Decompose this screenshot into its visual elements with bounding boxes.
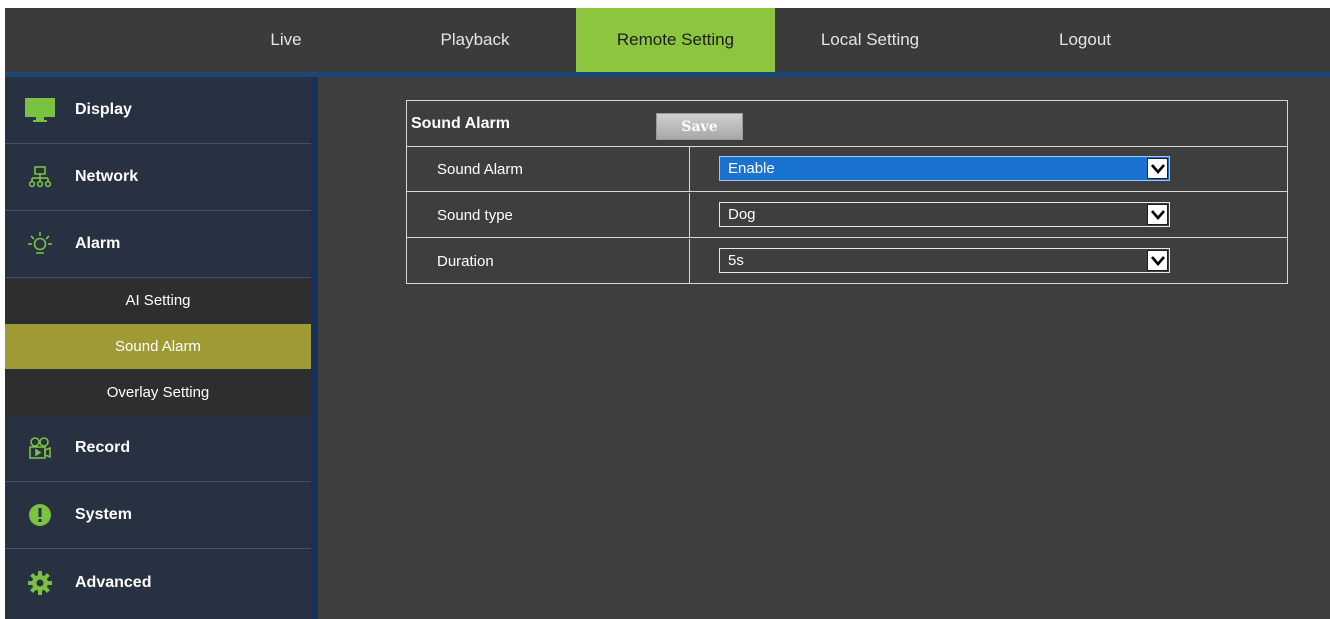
sidebar-item-network[interactable]: Network bbox=[5, 144, 311, 211]
exclamation-icon bbox=[25, 500, 55, 530]
chevron-down-icon bbox=[1147, 250, 1168, 271]
app-window: Live Playback Remote Setting Local Setti… bbox=[5, 8, 1330, 619]
settings-row-duration: Duration 5s bbox=[407, 239, 1287, 284]
select-value: Enable bbox=[728, 160, 775, 177]
chevron-down-icon bbox=[1147, 204, 1168, 225]
row-label: Sound Alarm bbox=[437, 161, 523, 178]
panel-header: Sound Alarm Save bbox=[407, 101, 1287, 147]
sidebar-item-advanced[interactable]: Advanced bbox=[5, 549, 311, 616]
sidebar-item-label: Display bbox=[75, 101, 132, 118]
row-label: Sound type bbox=[437, 207, 513, 224]
duration-select[interactable]: 5s bbox=[719, 248, 1170, 273]
panel-title: Sound Alarm bbox=[411, 115, 510, 132]
camera-record-icon bbox=[25, 433, 55, 463]
sidebar-item-display[interactable]: Display bbox=[5, 77, 311, 144]
settings-row-sound-type: Sound type Dog bbox=[407, 193, 1287, 238]
tab-playback-label: Playback bbox=[440, 30, 510, 49]
sidebar-subitem-sound-alarm[interactable]: Sound Alarm bbox=[5, 324, 311, 369]
tab-logout-label: Logout bbox=[1059, 30, 1111, 49]
sidebar-item-label: Alarm bbox=[75, 235, 121, 252]
row-divider bbox=[689, 147, 690, 192]
settings-row-sound-alarm: Sound Alarm Enable bbox=[407, 147, 1287, 192]
tab-logout[interactable]: Logout bbox=[1025, 8, 1145, 72]
sidebar-subitem-label: Overlay Setting bbox=[106, 384, 210, 401]
chevron-down-icon bbox=[1147, 158, 1168, 179]
tab-local-setting[interactable]: Local Setting bbox=[795, 8, 945, 72]
sidebar-item-label: Network bbox=[75, 168, 139, 185]
save-button[interactable]: Save bbox=[656, 113, 743, 140]
sidebar-item-record[interactable]: Record bbox=[5, 415, 311, 482]
tab-remote-setting-label: Remote Setting bbox=[616, 30, 735, 49]
sidebar-subitem-overlay-setting[interactable]: Overlay Setting bbox=[5, 370, 311, 415]
sidebar-item-label: Record bbox=[75, 439, 131, 456]
sidebar: Display Network Alarm AI Setting Sound A… bbox=[5, 77, 318, 619]
sidebar-item-alarm[interactable]: Alarm bbox=[5, 211, 311, 278]
monitor-icon bbox=[25, 95, 55, 125]
sidebar-item-system[interactable]: System bbox=[5, 482, 311, 549]
sidebar-divider bbox=[311, 77, 318, 619]
gear-icon bbox=[25, 568, 55, 598]
tab-live-label: Live bbox=[270, 30, 302, 49]
sidebar-item-label: Advanced bbox=[75, 573, 152, 591]
select-value: Dog bbox=[728, 206, 756, 223]
sound-type-select[interactable]: Dog bbox=[719, 202, 1170, 227]
alarm-light-icon bbox=[25, 229, 55, 259]
sidebar-subitem-label: Sound Alarm bbox=[115, 338, 201, 355]
row-divider bbox=[689, 193, 690, 238]
network-icon bbox=[25, 162, 55, 192]
tab-playback[interactable]: Playback bbox=[415, 8, 535, 72]
sound-alarm-select[interactable]: Enable bbox=[719, 156, 1170, 181]
row-label: Duration bbox=[437, 253, 494, 270]
sound-alarm-panel: Sound Alarm Save Sound Alarm Enable Soun… bbox=[406, 100, 1288, 284]
tab-remote-setting[interactable]: Remote Setting bbox=[576, 8, 775, 72]
top-navigation: Live Playback Remote Setting Local Setti… bbox=[5, 8, 1330, 72]
sidebar-item-label: System bbox=[75, 506, 132, 523]
select-value: 5s bbox=[728, 252, 744, 269]
sidebar-subitem-ai-setting[interactable]: AI Setting bbox=[5, 278, 311, 323]
tab-live[interactable]: Live bbox=[236, 8, 336, 72]
tab-local-setting-label: Local Setting bbox=[820, 30, 920, 49]
sidebar-subitem-label: AI Setting bbox=[125, 292, 191, 309]
row-divider bbox=[689, 239, 690, 284]
